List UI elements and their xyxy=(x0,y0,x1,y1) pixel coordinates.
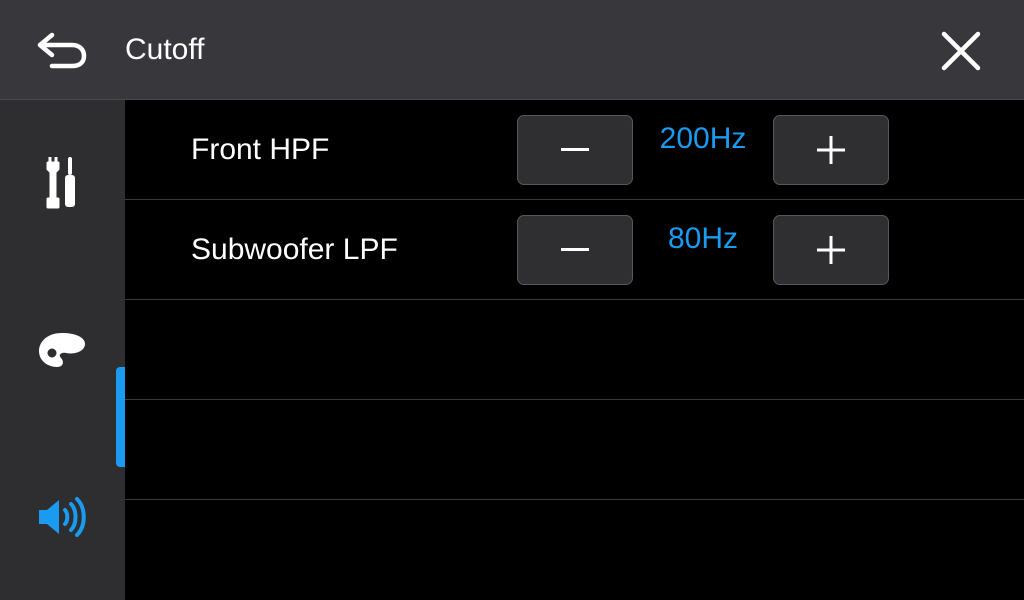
front-hpf-decrease-button[interactable] xyxy=(517,115,633,185)
palette-icon xyxy=(38,333,85,367)
tools-icon xyxy=(46,157,75,209)
plus-icon xyxy=(817,136,845,164)
speaker-icon xyxy=(38,497,86,537)
sidebar-item-tools[interactable] xyxy=(0,132,125,232)
subwoofer-lpf-increase-button[interactable] xyxy=(773,215,889,285)
row-label: Subwoofer LPF xyxy=(191,233,398,266)
empty-row xyxy=(125,300,1024,400)
sidebar-item-sound[interactable] xyxy=(0,467,125,567)
row-subwoofer-lpf: Subwoofer LPF 80Hz xyxy=(125,200,1024,300)
header-bar: Cutoff xyxy=(0,0,1024,100)
back-button[interactable] xyxy=(30,25,94,75)
empty-row xyxy=(125,400,1024,500)
subwoofer-lpf-decrease-button[interactable] xyxy=(517,215,633,285)
row-front-hpf: Front HPF 200Hz xyxy=(125,100,1024,200)
empty-row xyxy=(125,500,1024,599)
close-icon xyxy=(941,31,981,71)
minus-icon xyxy=(561,248,589,251)
minus-icon xyxy=(561,148,589,151)
page-title: Cutoff xyxy=(125,33,205,66)
sidebar xyxy=(0,100,125,600)
close-button[interactable] xyxy=(930,20,992,82)
subwoofer-lpf-value: 80Hz xyxy=(667,222,739,255)
plus-icon xyxy=(817,236,845,264)
sidebar-item-palette[interactable] xyxy=(0,300,125,400)
front-hpf-increase-button[interactable] xyxy=(773,115,889,185)
active-indicator xyxy=(116,367,125,467)
row-label: Front HPF xyxy=(191,133,330,166)
settings-list: Front HPF 200Hz Subwoofer LPF 80Hz xyxy=(125,100,1024,600)
front-hpf-value: 200Hz xyxy=(659,122,747,155)
back-arrow-icon xyxy=(37,32,87,69)
